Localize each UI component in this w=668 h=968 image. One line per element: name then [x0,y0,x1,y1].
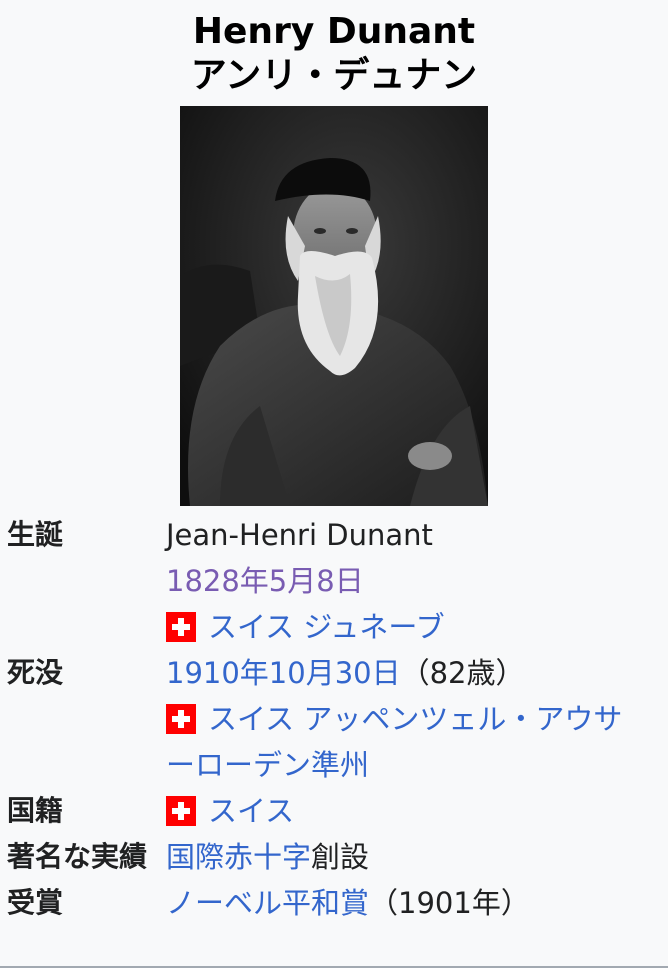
birth-name: Jean-Henri Dunant [166,518,433,552]
swiss-flag-icon [166,704,196,734]
awards-suffix: （1901年） [369,886,530,920]
red-cross-link[interactable]: 国際赤十字 [166,840,311,874]
row-label-known-for: 著名な実績 [7,840,148,873]
row-value-birth: Jean-Henri Dunant 1828年5月8日 スイス ジュネーブ [166,512,668,650]
death-age: （82歳） [400,656,525,690]
row-label-death: 死没 [7,656,64,689]
title-japanese: アンリ・デュナン [190,55,478,96]
swiss-flag-icon [166,796,196,826]
row-value-known-for: 国際赤十字創設 [166,834,668,880]
row-value-awards: ノーベル平和賞（1901年） [166,880,668,926]
death-place-link-continued[interactable]: ーローデン準州 [166,748,369,782]
death-country-link[interactable]: スイス [208,702,294,736]
row-label-nationality: 国籍 [7,794,64,827]
death-date-link[interactable]: 1910年10月30日 [166,656,401,690]
title-latin: Henry Dunant [192,11,476,52]
row-death: 死没 1910年10月30日（82歳） スイス アッペンツェル・アウサ ーローデ… [0,650,668,788]
birth-date-link[interactable]: 1828年5月8日 [166,564,364,598]
infobox-title: Henry Dunant アンリ・デュナン [0,0,668,98]
nationality-country-link[interactable]: スイス [208,794,294,828]
row-label-birth: 生誕 [7,518,64,551]
birth-country-link[interactable]: スイス [208,610,294,644]
known-for-suffix: 創設 [311,840,370,874]
swiss-flag-icon [166,612,196,642]
row-awards: 受賞 ノーベル平和賞（1901年） [0,880,668,926]
row-nationality: 国籍 スイス [0,788,668,834]
row-known-for: 著名な実績 国際赤十字創設 [0,834,668,880]
infobox: Henry Dunant アンリ・デュナン 生誕 Jean-Henri Duna… [0,0,668,968]
row-label-awards: 受賞 [7,886,64,919]
row-value-death: 1910年10月30日（82歳） スイス アッペンツェル・アウサ ーローデン準州 [166,650,668,788]
row-value-nationality: スイス [166,788,668,834]
row-birth: 生誕 Jean-Henri Dunant 1828年5月8日 スイス ジュネーブ [0,512,668,650]
portrait-photo[interactable] [180,106,488,506]
death-place-link[interactable]: アッペンツェル・アウサ [303,702,622,736]
infobox-rows: 生誕 Jean-Henri Dunant 1828年5月8日 スイス ジュネーブ… [0,512,668,926]
birth-place-link[interactable]: ジュネーブ [303,610,444,644]
nobel-peace-prize-link[interactable]: ノーベル平和賞 [166,886,369,920]
